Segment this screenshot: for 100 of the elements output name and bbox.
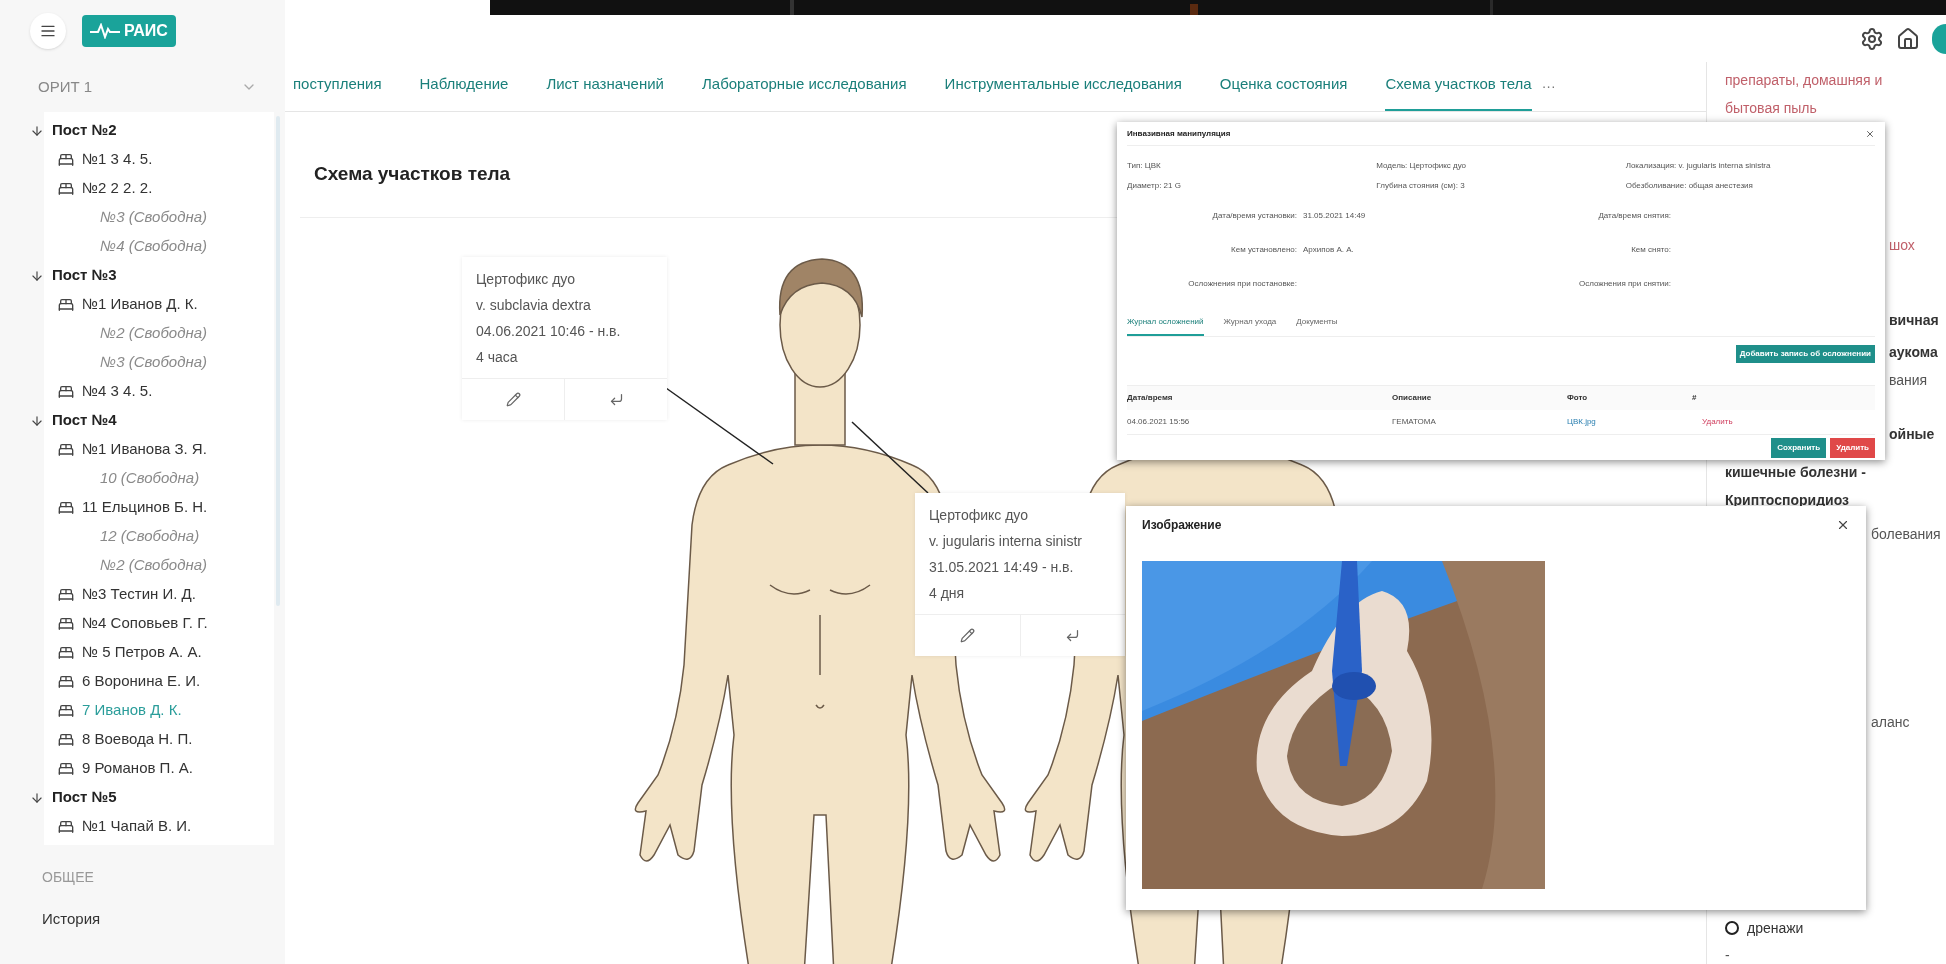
post-header[interactable]: Пост №2 — [52, 119, 117, 142]
tree-item[interactable]: №4 Соповьев Г. Г. — [82, 612, 208, 635]
pencil-icon — [959, 628, 975, 643]
bed-icon — [58, 702, 74, 719]
department-select[interactable]: ОРИТ 1 — [0, 62, 285, 112]
field-label: Осложнения при постановке: — [1187, 278, 1297, 290]
dialog-title: Инвазивная манипуляция — [1127, 127, 1231, 140]
return-icon — [1065, 628, 1081, 643]
callout-text: 31.05.2021 14:49 - н.в. — [929, 558, 1075, 577]
close-icon[interactable] — [1865, 128, 1875, 139]
logo[interactable]: РАИС — [82, 15, 176, 47]
tree-item[interactable]: 11 Ельцинов Б. Н. — [82, 496, 208, 519]
save-button[interactable]: Сохранить — [1771, 438, 1827, 458]
menu-button[interactable] — [30, 13, 66, 49]
column-header: Дата/время — [1127, 392, 1174, 404]
post-header[interactable]: Пост №5 — [52, 786, 117, 809]
tree-item[interactable]: №3 (Свободна) — [100, 351, 208, 374]
tab[interactable]: Оценка состояния — [1219, 72, 1348, 111]
tab[interactable]: Лист назначений — [546, 72, 664, 111]
bed-icon — [58, 441, 74, 458]
panel-text[interactable]: препараты, домашняя и — [1725, 70, 1883, 90]
bed-icon — [58, 615, 74, 632]
panel-text: - — [1725, 946, 1730, 964]
tab[interactable]: Схема участков тела — [1385, 72, 1532, 111]
field-text: Модель: Цертофикс дуо — [1376, 160, 1468, 172]
tree-item[interactable]: №4 3 4. 5. — [82, 380, 153, 403]
arrow-down-icon[interactable] — [30, 123, 44, 138]
tab[interactable]: поступления — [293, 72, 382, 111]
tree-item[interactable]: 10 (Свободна) — [100, 467, 200, 490]
arrow-down-icon[interactable] — [30, 790, 44, 805]
settings-icon[interactable] — [1860, 26, 1884, 51]
more-tabs-button[interactable]: ··· — [1541, 76, 1556, 111]
photo-link[interactable]: ЦВК.jpg — [1567, 416, 1692, 428]
close-icon[interactable] — [1836, 518, 1850, 532]
field-text: Обезболивание: общая анестезия — [1625, 180, 1754, 192]
add-complication-button[interactable]: Добавить запись об осложнении — [1735, 345, 1875, 363]
table-cell-text: ГЕМАТОМА — [1392, 416, 1437, 428]
tree-item[interactable]: №2 (Свободна) — [100, 554, 208, 577]
tree-item[interactable]: №4 (Свободна) — [100, 235, 208, 258]
callout-text: Цертофикс дуо — [929, 506, 1029, 525]
callout-text: 4 дня — [929, 584, 966, 603]
bed-icon — [58, 644, 74, 661]
panel-text: ойные — [1889, 425, 1935, 444]
tree-item[interactable]: №3 Тестин И. Д. — [82, 583, 196, 606]
field-label: Дата/время установки: — [1211, 210, 1297, 222]
return-icon — [608, 392, 624, 407]
column-header: Описание — [1392, 392, 1433, 404]
tree-item[interactable]: №1 3 4. 5. — [82, 148, 153, 171]
panel-text[interactable]: дренажи — [1747, 918, 1804, 938]
panel-text: Криптоспоридиоз — [1725, 491, 1849, 510]
tab[interactable]: Лабораторные исследования — [702, 72, 907, 111]
field-label: Кем снято: — [1630, 244, 1671, 256]
tab[interactable]: Инструментальные исследования — [944, 72, 1182, 111]
callout-text: 04.06.2021 10:46 - н.в. — [476, 322, 622, 341]
tree-item[interactable]: 8 Воевода Н. П. — [82, 728, 193, 751]
tab[interactable]: Наблюдение — [419, 72, 509, 111]
panel-text: аланс — [1871, 713, 1910, 732]
dialog-tab[interactable]: Журнал ухода — [1223, 316, 1277, 336]
field-label: Кем установлено: — [1230, 244, 1297, 256]
sidebar-link[interactable]: История — [42, 908, 285, 931]
post-header[interactable]: Пост №4 — [52, 409, 117, 432]
menu-icon — [40, 23, 56, 39]
user-avatar[interactable] — [1932, 23, 1946, 54]
table-cell-text: 04.06.2021 15:56 — [1127, 416, 1191, 428]
panel-text[interactable]: бытовая пыль — [1725, 98, 1817, 118]
post-header[interactable]: Пост №3 — [52, 264, 117, 287]
dialog-tab[interactable]: Документы — [1296, 316, 1338, 336]
panel-text: кишечные болезни - — [1725, 463, 1866, 482]
tree-item[interactable]: №3 (Свободна) — [100, 206, 208, 229]
panel-text: болевания — [1871, 525, 1941, 544]
panel-text: вания — [1889, 371, 1928, 390]
tree-item[interactable]: 6 Воронина Е. И. — [82, 670, 201, 693]
callout-text: v. jugularis interna sinistr — [929, 532, 1084, 551]
tree-item[interactable]: 12 (Свободна) — [100, 525, 200, 548]
tree-item[interactable]: №1 Чапай В. И. — [82, 815, 192, 838]
tree-item[interactable]: №2 (Свободна) — [100, 322, 208, 345]
tree-item[interactable]: №1 Иванова З. Я. — [82, 438, 207, 461]
tree-item[interactable]: 7 Иванов Д. К. — [82, 699, 182, 722]
bed-icon — [58, 760, 74, 777]
field-label: Осложнения при снятии: — [1577, 278, 1671, 290]
field-label: Дата/время снятия: — [1597, 210, 1671, 222]
delete-link[interactable]: Удалить — [1692, 416, 1875, 428]
dialog-tab[interactable]: Журнал осложнений — [1127, 316, 1204, 336]
column-header: Фото — [1567, 392, 1589, 404]
delete-button[interactable]: Удалить — [1830, 438, 1875, 458]
page-title: Схема участков тела — [314, 162, 511, 187]
field-value: 31.05.2021 14:49 — [1303, 210, 1366, 222]
tree-item[interactable]: №2 2 2. 2. — [82, 177, 153, 200]
section-title: ОБЩЕЕ — [42, 868, 95, 887]
tree-item[interactable]: 9 Романов П. А. — [82, 757, 193, 780]
bed-icon — [58, 499, 74, 516]
bed-icon — [58, 151, 74, 168]
pulse-icon — [90, 23, 120, 39]
home-icon[interactable] — [1896, 26, 1920, 51]
bed-icon — [58, 383, 74, 400]
tree-item[interactable]: № 5 Петров А. А. — [82, 641, 202, 664]
panel-text[interactable]: шох — [1889, 235, 1915, 255]
bed-icon — [58, 673, 74, 690]
radio-button[interactable] — [1725, 921, 1739, 935]
tree-item[interactable]: №1 Иванов Д. К. — [82, 293, 198, 316]
